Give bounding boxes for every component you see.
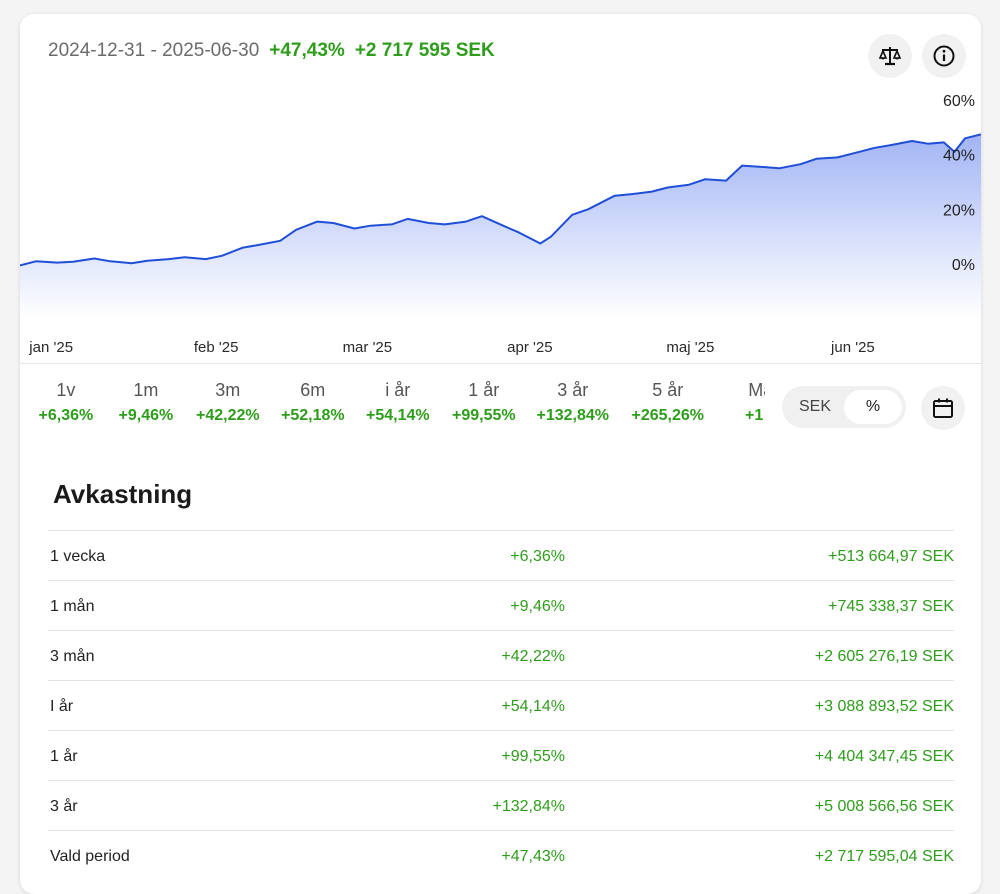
row-amount: +745 338,37 SEK: [828, 598, 954, 615]
period-value: +9,46%: [118, 407, 174, 424]
info-icon: [933, 45, 955, 67]
x-axis-labels: jan '25 feb '25 mar '25 apr '25 maj '25 jun '…: [20, 339, 981, 363]
period-label: Max: [748, 380, 765, 400]
period-option[interactable]: 6m +52,18%: [281, 380, 345, 425]
period-label: 3 år: [557, 380, 589, 400]
row-percent: +54,14%: [501, 698, 565, 715]
row-label: 3 mån: [50, 648, 95, 665]
row-amount: +2 717 595,04 SEK: [814, 848, 954, 865]
table-row: 3 mån +42,22% +2 605 276,19 SEK: [48, 630, 954, 680]
row-label: 1 vecka: [50, 548, 106, 565]
period-value: +1 52: [745, 407, 765, 424]
row-percent: +99,55%: [501, 748, 565, 765]
period-label: 6m: [300, 380, 326, 400]
x-tick-label: maj '25: [666, 339, 715, 356]
table-row: I år +54,14% +3 088 893,52 SEK: [48, 680, 954, 730]
y-tick-label: 60%: [943, 94, 975, 110]
period-label: 1m: [133, 380, 159, 400]
period-value: +132,84%: [536, 407, 610, 424]
divider: [20, 363, 981, 364]
chart-svg: 60% 40% 20% 0%: [20, 94, 981, 319]
row-amount: +513 664,97 SEK: [828, 548, 954, 565]
table-row: 1 vecka +6,36% +513 664,97 SEK: [48, 530, 954, 580]
percent-change: +47,43%: [269, 40, 345, 61]
unit-toggle: SEK %: [782, 386, 906, 428]
x-tick-label: jun '25: [831, 339, 875, 356]
period-value: +42,22%: [196, 407, 260, 424]
calendar-button[interactable]: [921, 386, 965, 430]
period-value: +265,26%: [631, 407, 705, 424]
row-amount: +3 088 893,52 SEK: [814, 698, 954, 715]
scale-icon: [878, 47, 902, 66]
period-option[interactable]: i år +54,14%: [366, 380, 430, 425]
row-label: Vald period: [50, 848, 130, 865]
period-label: 1 år: [468, 380, 500, 400]
table-row: 1 år +99,55% +4 404 347,45 SEK: [48, 730, 954, 780]
row-label: 1 mån: [50, 598, 95, 615]
row-label: 1 år: [50, 748, 78, 765]
row-percent: +9,46%: [510, 598, 565, 615]
period-label: 1v: [56, 380, 76, 400]
period-option[interactable]: 1v +6,36%: [39, 380, 94, 425]
performance-card: 2024-12-31 - 2025-06-30 +47,43% +2 717 5…: [20, 14, 981, 894]
calendar-icon: [933, 398, 953, 418]
performance-chart: 60% 40% 20% 0%: [20, 94, 981, 364]
compare-button[interactable]: [868, 34, 912, 78]
amount-change: +2 717 595 SEK: [354, 40, 495, 61]
row-amount: +5 008 566,56 SEK: [814, 798, 954, 815]
toggle-percent[interactable]: %: [844, 390, 902, 424]
period-option[interactable]: Max +1 52: [745, 380, 765, 425]
row-label: 3 år: [50, 798, 78, 815]
period-option[interactable]: 1m +9,46%: [119, 380, 174, 425]
x-tick-label: apr '25: [507, 339, 553, 356]
table-row: 1 mån +9,46% +745 338,37 SEK: [48, 580, 954, 630]
series-area: [20, 134, 981, 319]
period-option[interactable]: 3m +42,22%: [196, 380, 260, 425]
row-percent: +47,43%: [501, 848, 565, 865]
row-percent: +6,36%: [510, 548, 565, 565]
row-amount: +4 404 347,45 SEK: [814, 748, 954, 765]
row-percent: +42,22%: [501, 648, 565, 665]
period-label: 5 år: [652, 380, 684, 400]
period-selector: 1v +6,36% 1m +9,46% 3m +42,22% 6m +52,18% i år +5…: [20, 380, 766, 436]
period-value: +6,36%: [38, 407, 94, 424]
period-label: i år: [385, 380, 411, 400]
period-value: +52,18%: [281, 407, 345, 424]
period-value: +99,55%: [452, 407, 516, 424]
period-value: +54,14%: [366, 407, 430, 424]
y-tick-label: 20%: [943, 202, 975, 219]
period-summary: 2024-12-31 - 2025-06-30 +47,43% +2 717 5…: [48, 40, 495, 62]
period-option[interactable]: 1 år +99,55%: [452, 380, 516, 425]
row-amount: +2 605 276,19 SEK: [814, 648, 954, 665]
period-label: 3m: [215, 380, 241, 400]
period-option[interactable]: 5 år +265,26%: [632, 380, 705, 425]
y-tick-label: 0%: [952, 257, 975, 274]
x-tick-label: feb '25: [193, 339, 239, 356]
toggle-sek[interactable]: SEK: [788, 390, 842, 424]
row-percent: +132,84%: [492, 798, 565, 815]
x-tick-label: mar '25: [342, 339, 393, 356]
x-tick-label: jan '25: [29, 339, 74, 356]
returns-table: 1 vecka +6,36% +513 664,97 SEK 1 mån +9,46% +…: [48, 530, 954, 880]
info-button[interactable]: [922, 34, 966, 78]
returns-title: Avkastning: [53, 479, 193, 509]
y-tick-label: 40%: [943, 148, 975, 165]
row-label: I år: [50, 698, 74, 715]
period-option[interactable]: 3 år +132,84%: [537, 380, 610, 425]
date-range: 2024-12-31 - 2025-06-30: [48, 40, 260, 61]
table-row: Vald period +47,43% +2 717 595,04 SEK: [48, 830, 954, 880]
table-row: 3 år +132,84% +5 008 566,56 SEK: [48, 780, 954, 830]
